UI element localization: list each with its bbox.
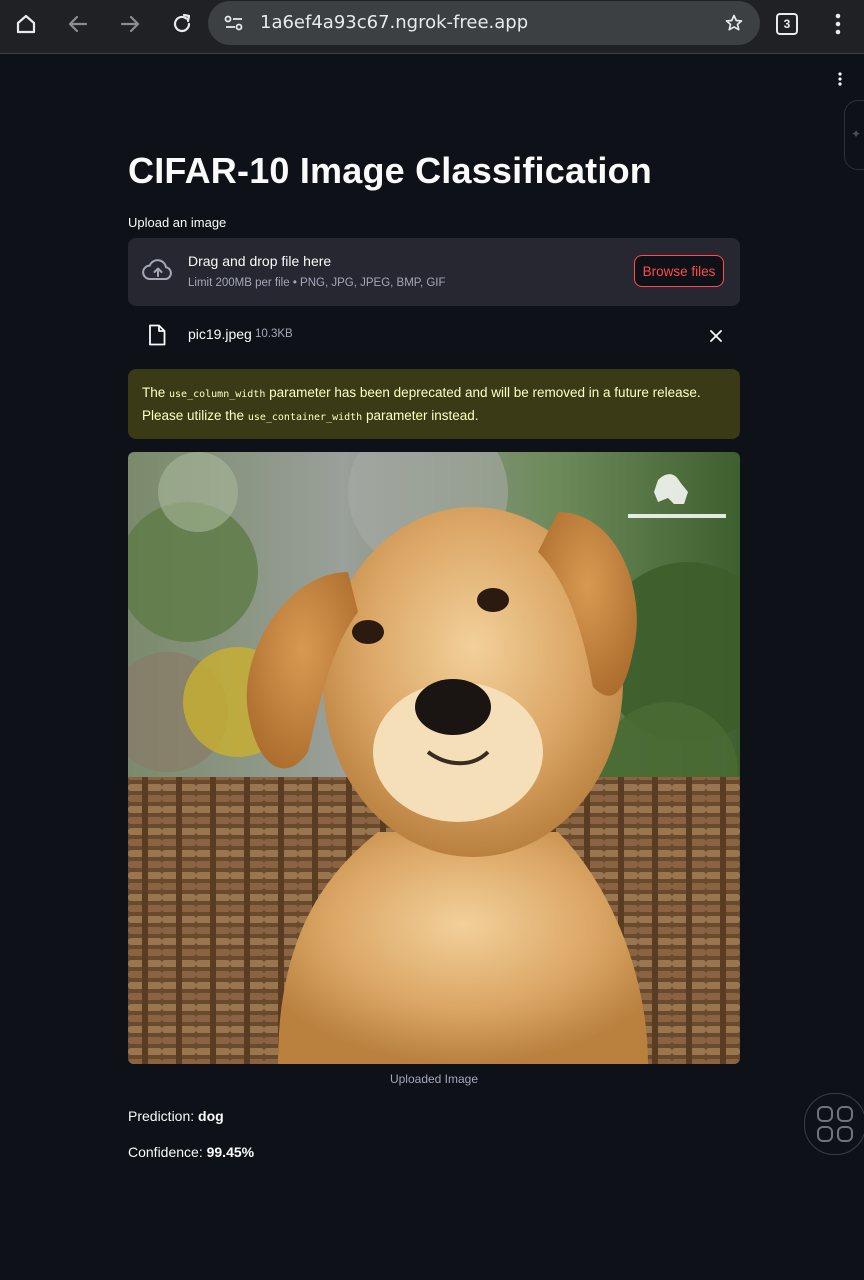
warning-text-1: The: [142, 385, 170, 400]
reload-icon: [173, 13, 191, 33]
accessibility-icon: ✦: [851, 127, 862, 141]
uploaded-image: [128, 452, 740, 1064]
dog-photo: [128, 452, 740, 1064]
deprecation-warning: The use_column_width parameter has been …: [128, 369, 740, 439]
warning-code-1: use_column_width: [169, 389, 266, 400]
home-icon: [16, 14, 36, 34]
back-button[interactable]: [58, 6, 98, 42]
forward-button[interactable]: [110, 6, 150, 42]
confidence-line: Confidence: 99.45%: [128, 1144, 254, 1160]
arrow-left-icon: [68, 15, 88, 33]
image-caption: Uploaded Image: [389, 1072, 479, 1086]
home-button[interactable]: [6, 6, 46, 42]
bookmark-star-icon[interactable]: [724, 13, 744, 33]
site-settings-icon[interactable]: [224, 14, 244, 32]
close-icon: [710, 330, 722, 342]
side-panel-handle[interactable]: ✦: [844, 100, 864, 170]
prediction-value: dog: [198, 1108, 224, 1124]
file-icon: [149, 324, 166, 346]
app-menu-button[interactable]: [830, 68, 850, 90]
prediction-line: Prediction: dog: [128, 1108, 224, 1124]
grid-icon: [817, 1106, 853, 1142]
arrow-right-icon: [120, 15, 140, 33]
dropzone-instructions: Drag and drop file here: [188, 253, 332, 269]
upload-label: Upload an image: [128, 215, 227, 230]
file-dropzone[interactable]: Drag and drop file here Limit 200MB per …: [128, 238, 740, 306]
tab-count: 3: [783, 17, 791, 31]
reload-button[interactable]: [162, 6, 202, 42]
uploaded-file-row: pic19.jpeg 10.3KB: [128, 318, 740, 352]
warning-text-3: parameter instead.: [362, 408, 479, 423]
tab-switcher-button[interactable]: 3: [776, 13, 798, 35]
dropzone-limit: Limit 200MB per file • PNG, JPG, JPEG, B…: [188, 277, 446, 289]
prediction-label: Prediction:: [128, 1108, 199, 1124]
remove-file-button[interactable]: [706, 326, 726, 346]
address-bar[interactable]: 1a6ef4a93c67.ngrok-free.app: [208, 1, 760, 45]
confidence-value: 99.45%: [206, 1144, 255, 1160]
confidence-label: Confidence:: [128, 1144, 207, 1160]
warning-code-2: use_container_width: [247, 412, 363, 423]
more-vert-icon: [838, 72, 842, 86]
cloud-upload-icon: [142, 259, 172, 281]
url-text: 1a6ef4a93c67.ngrok-free.app: [260, 12, 529, 33]
browser-toolbar: 1a6ef4a93c67.ngrok-free.app 3: [0, 0, 864, 54]
page-title: CIFAR-10 Image Classification: [128, 150, 652, 191]
file-name: pic19.jpeg: [188, 326, 252, 342]
browser-menu-button[interactable]: [818, 6, 858, 42]
more-vert-icon: [835, 13, 841, 35]
browse-files-button[interactable]: Browse files: [634, 255, 724, 287]
file-size: 10.3KB: [255, 328, 293, 340]
floating-apps-button[interactable]: [804, 1093, 864, 1155]
